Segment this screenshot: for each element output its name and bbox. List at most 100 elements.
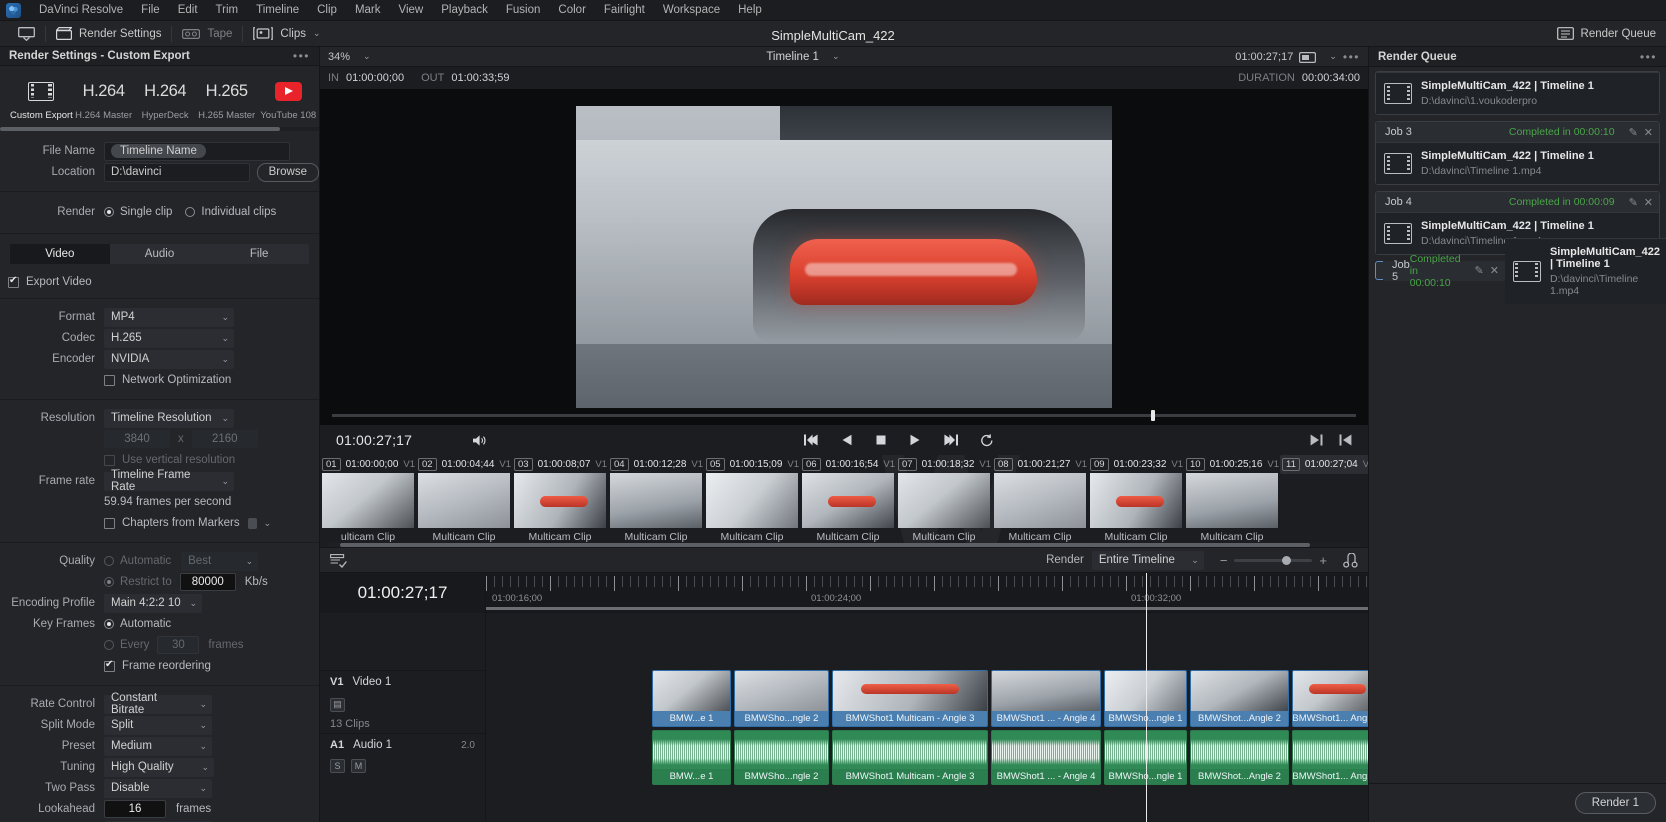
timeline-tracks-area[interactable]: 01:00:16;00 01:00:24;00 01:00:32;00 BMW.… — [486, 573, 1368, 822]
menu-fusion[interactable]: Fusion — [497, 0, 550, 21]
key-frames-automatic-radio[interactable] — [104, 619, 114, 630]
render-queue-toggle[interactable]: Render Queue — [1547, 21, 1666, 47]
out-value[interactable]: 01:00:33;59 — [451, 72, 509, 84]
speaker-icon[interactable] — [472, 434, 487, 447]
timeline-audio-clip[interactable]: BMW...e 1 — [652, 730, 731, 785]
timeline-video-clip[interactable]: BMWShot...Angle 2 — [1190, 670, 1289, 727]
menu-file[interactable]: File — [132, 0, 169, 21]
resolution-dropdown[interactable]: Timeline Resolution ⌄ — [104, 408, 234, 428]
marker-color-swatch[interactable] — [247, 517, 257, 529]
strip-clip[interactable]: 1101:00:27;04V1Multicam Clip — [1280, 455, 1368, 474]
strip-clip-thumbnail[interactable] — [514, 473, 606, 528]
file-name-input[interactable]: Timeline Name — [104, 141, 290, 161]
render-job-card[interactable]: Job 3 Completed in 00:00:10 ✎ ✕ SimpleMultiC… — [1375, 121, 1660, 185]
strip-clip-thumbnail[interactable] — [1186, 473, 1278, 528]
lookahead-input[interactable]: 16 — [104, 800, 166, 819]
audio-solo-button[interactable]: S — [330, 759, 345, 773]
menu-mark[interactable]: Mark — [346, 0, 390, 21]
key-frames-every-radio[interactable] — [104, 640, 114, 651]
encoding-profile-dropdown[interactable]: Main 4:2:2 10 ⌄ — [104, 593, 202, 613]
timeline-markers-icon[interactable] — [330, 553, 347, 568]
strip-clip-thumbnail[interactable] — [994, 473, 1086, 528]
tab-audio[interactable]: Audio — [110, 244, 210, 264]
resolution-height-input[interactable]: 2160 — [191, 430, 258, 449]
timeline-audio-track[interactable]: BMW...e 1 BMWSho...ngle 2 BMWShot1 Multica… — [486, 730, 1368, 788]
tab-file[interactable]: File — [209, 244, 309, 264]
delete-job-icon[interactable]: ✕ — [1644, 126, 1653, 139]
browse-button[interactable]: Browse — [256, 162, 319, 182]
viewer-more-options-icon[interactable]: ••• — [1343, 50, 1360, 64]
render-job-card[interactable]: SimpleMultiCam_422 | Timeline 1 D:\davinc… — [1375, 71, 1660, 115]
render-button[interactable]: Render 1 — [1574, 792, 1656, 814]
menu-trim[interactable]: Trim — [207, 0, 248, 21]
zoom-out-icon[interactable]: − — [1220, 553, 1228, 568]
delete-job-icon[interactable]: ✕ — [1644, 196, 1653, 209]
play-icon[interactable] — [909, 434, 921, 446]
render-settings-options-icon[interactable]: ••• — [293, 49, 310, 63]
monitor-button[interactable] — [8, 21, 45, 47]
timeline-audio-clip[interactable]: BMWShot1 ... - Angle 4 — [991, 730, 1101, 785]
audio-track-header[interactable]: A1 Audio 1 2.0 S M — [320, 733, 485, 778]
timeline-video-clip[interactable]: BMWShot1... Angle 3 — [1292, 670, 1368, 727]
video-track-header[interactable]: V1 Video 1 ▤ 13 Clips — [320, 670, 485, 733]
menu-view[interactable]: View — [390, 0, 433, 21]
viewer-scrubber[interactable] — [332, 410, 1356, 421]
preset-h265-master[interactable]: H.265 H.265 Master — [196, 75, 258, 122]
preset-h264-master[interactable]: H.264 H.264 Master — [73, 75, 135, 122]
viewer-timeline-selector[interactable]: Timeline 1 ⌄ — [766, 51, 839, 63]
render-job-card[interactable]: Job 5 Completed in 00:00:10 ✎ ✕ SimpleMultiC… — [1375, 237, 1666, 304]
viewer-options-chevron-down-icon[interactable]: ⌄ — [1329, 51, 1337, 62]
audio-meters-icon[interactable] — [1343, 552, 1358, 568]
viewer-zoom-chevron-down-icon[interactable]: ⌄ — [363, 51, 371, 62]
menu-edit[interactable]: Edit — [169, 0, 207, 21]
edit-job-icon[interactable]: ✎ — [1629, 126, 1638, 139]
strip-clip[interactable]: 03 01:00:08;07 V1 Multicam Clip — [512, 455, 608, 547]
chapters-from-markers-checkbox[interactable] — [104, 517, 115, 529]
menu-playback[interactable]: Playback — [432, 0, 497, 21]
timeline-playhead[interactable] — [1146, 573, 1147, 822]
viewer-zoom-level[interactable]: 34% — [328, 51, 350, 63]
frame-rate-dropdown[interactable]: Timeline Frame Rate ⌄ — [104, 469, 234, 493]
edit-job-icon[interactable]: ✎ — [1629, 196, 1638, 209]
encoder-dropdown[interactable]: NVIDIA ⌄ — [104, 349, 234, 369]
audio-mute-button[interactable]: M — [351, 759, 366, 773]
strip-clip-thumbnail[interactable] — [706, 473, 798, 528]
timeline-video-clip[interactable]: BMWSho...ngle 2 — [734, 670, 829, 727]
strip-clip[interactable]: 04 01:00:12;28 V1 Multicam Clip — [608, 455, 704, 547]
edit-job-icon[interactable]: ✎ — [1475, 264, 1484, 277]
strip-clip[interactable]: 05 01:00:15;09 V1 Multicam Clip — [704, 455, 800, 547]
clips-button[interactable]: Clips ⌄ — [243, 21, 330, 47]
marker-chevron-down-icon[interactable]: ⌄ — [264, 518, 272, 529]
video-track-enable-icon[interactable]: ▤ — [330, 697, 345, 712]
zoom-slider-knob[interactable] — [1282, 555, 1292, 565]
clips-strip-scrollbar-thumb[interactable] — [340, 543, 1311, 547]
format-dropdown[interactable]: MP4 ⌄ — [104, 307, 234, 327]
strip-clip[interactable]: 06 01:00:16;54 V1 Multicam Clip — [800, 455, 896, 547]
restrict-bitrate-input[interactable]: 80000 — [179, 573, 236, 592]
jump-to-end-icon[interactable] — [943, 434, 958, 446]
strip-clip[interactable]: 02 01:00:04;44 V1 Multicam Clip — [416, 455, 512, 547]
in-value[interactable]: 01:00:00;00 — [346, 72, 404, 84]
camera-icon[interactable] — [1299, 51, 1317, 63]
render-range-dropdown[interactable]: Entire Timeline ⌄ — [1091, 550, 1204, 570]
timeline-video-track[interactable]: BMW...e 1 BMWSho...ngle 2 BMWShot1 Multica… — [486, 670, 1368, 730]
clips-strip-scrollbar[interactable] — [328, 543, 1360, 547]
timeline-audio-clip[interactable]: BMWShot1... Angle 3 — [1292, 730, 1368, 785]
two-pass-dropdown[interactable]: Disable ⌄ — [104, 778, 212, 798]
viewer-current-timecode[interactable]: 01:00:27;17 — [1235, 51, 1293, 63]
strip-clip[interactable]: 07 01:00:18;32 V1 Multicam Clip — [896, 455, 992, 547]
strip-clip-thumbnail[interactable] — [418, 473, 510, 528]
timeline-ruler[interactable]: 01:00:16;00 01:00:24;00 01:00:32;00 — [486, 573, 1368, 613]
render-queue-list[interactable]: SimpleMultiCam_422 | Timeline 1 D:\davinc… — [1369, 67, 1666, 783]
strip-clip-thumbnail[interactable] — [610, 473, 702, 528]
tape-button[interactable]: Tape — [172, 21, 242, 47]
timeline-audio-clip[interactable]: BMWSho...ngle 2 — [734, 730, 829, 785]
render-single-clip-radio[interactable] — [104, 207, 114, 218]
menu-help[interactable]: Help — [729, 0, 771, 21]
preset-youtube[interactable]: YouTube 108 — [257, 75, 319, 121]
resolution-width-input[interactable]: 3840 — [104, 430, 170, 449]
timeline-video-clip[interactable]: BMWShot1 Multicam - Angle 3 — [832, 670, 988, 727]
timeline-video-clip[interactable]: BMW...e 1 — [652, 670, 731, 727]
render-individual-clips-radio[interactable] — [185, 207, 196, 218]
strip-clip-thumbnail[interactable] — [802, 473, 894, 528]
